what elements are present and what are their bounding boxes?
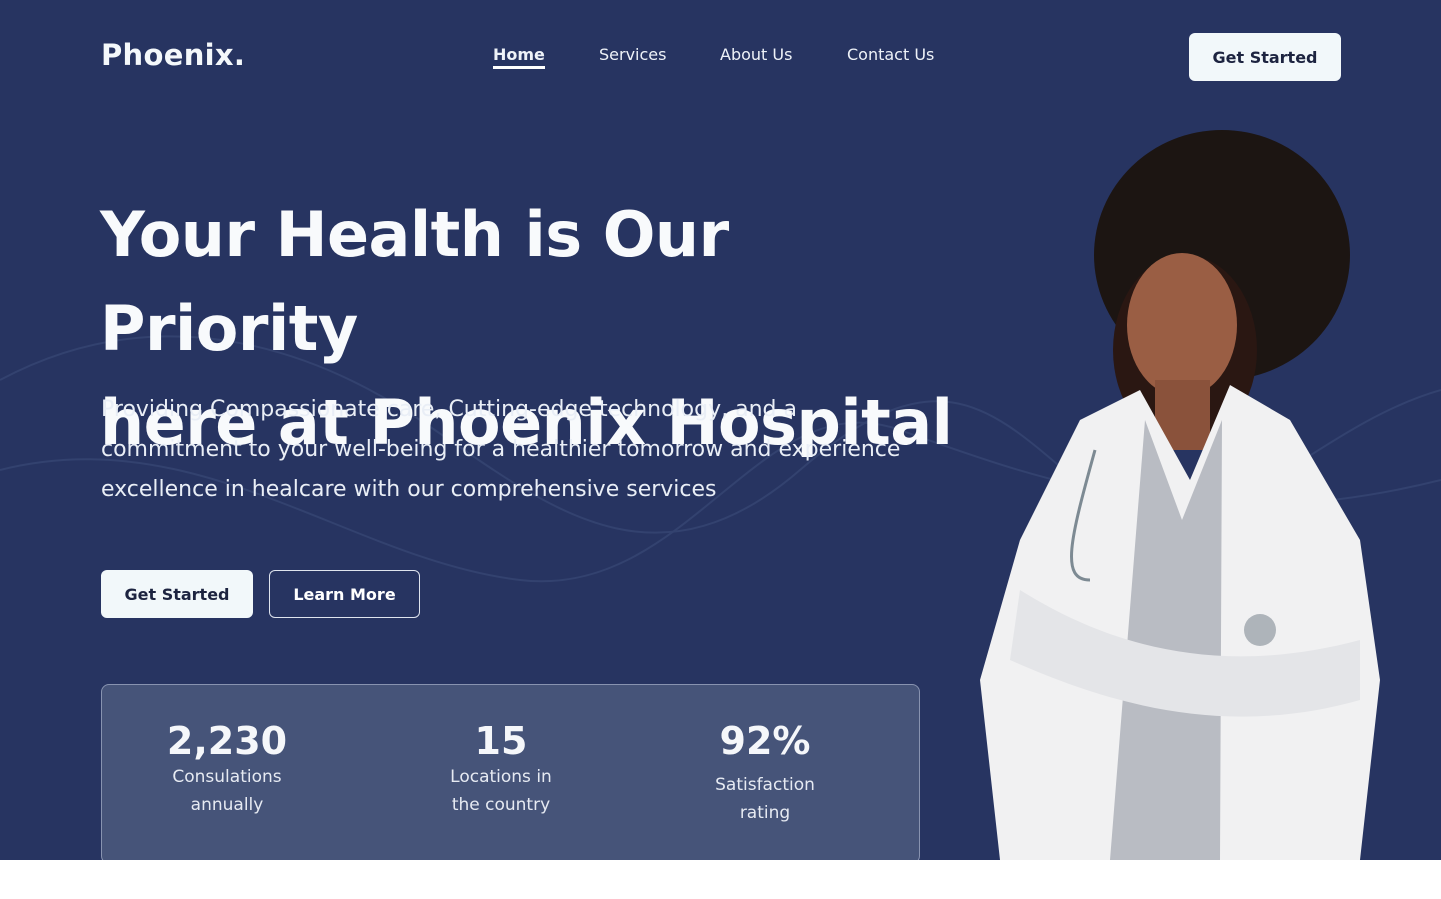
stat-label: Locations in the country — [450, 767, 552, 815]
stat-value: 15 — [474, 719, 528, 763]
stats-card: 2,230 Consulations annually 15 Locations… — [101, 684, 920, 860]
brand-logo[interactable]: Phoenix. — [101, 38, 245, 72]
hero-subtitle: Providing Compassionate care, Cutting-ed… — [101, 397, 901, 502]
stat-consultations: 2,230 Consulations annually — [162, 719, 292, 819]
stat-locations: 15 Locations in the country — [436, 719, 566, 819]
nav-home[interactable]: Home — [493, 45, 545, 69]
stat-value: 2,230 — [166, 719, 288, 763]
stat-label: Satisfaction rating — [715, 775, 815, 823]
header-get-started-button[interactable]: Get Started — [1189, 33, 1341, 81]
stat-satisfaction: 92% Satisfaction rating — [705, 719, 825, 827]
stat-label: Consulations annually — [172, 767, 282, 815]
nav-about-us[interactable]: About Us — [720, 45, 792, 64]
hero-section: Phoenix. Home Services About Us Contact … — [0, 0, 1441, 860]
get-started-button[interactable]: Get Started — [101, 570, 253, 618]
doctor-photo — [980, 130, 1380, 860]
stat-value: 92% — [719, 719, 811, 763]
hero-title-line-1: Your Health is Our Priority — [100, 198, 729, 365]
nav-services[interactable]: Services — [599, 45, 666, 64]
nav-contact-us[interactable]: Contact Us — [847, 45, 934, 64]
learn-more-button[interactable]: Learn More — [269, 570, 420, 618]
